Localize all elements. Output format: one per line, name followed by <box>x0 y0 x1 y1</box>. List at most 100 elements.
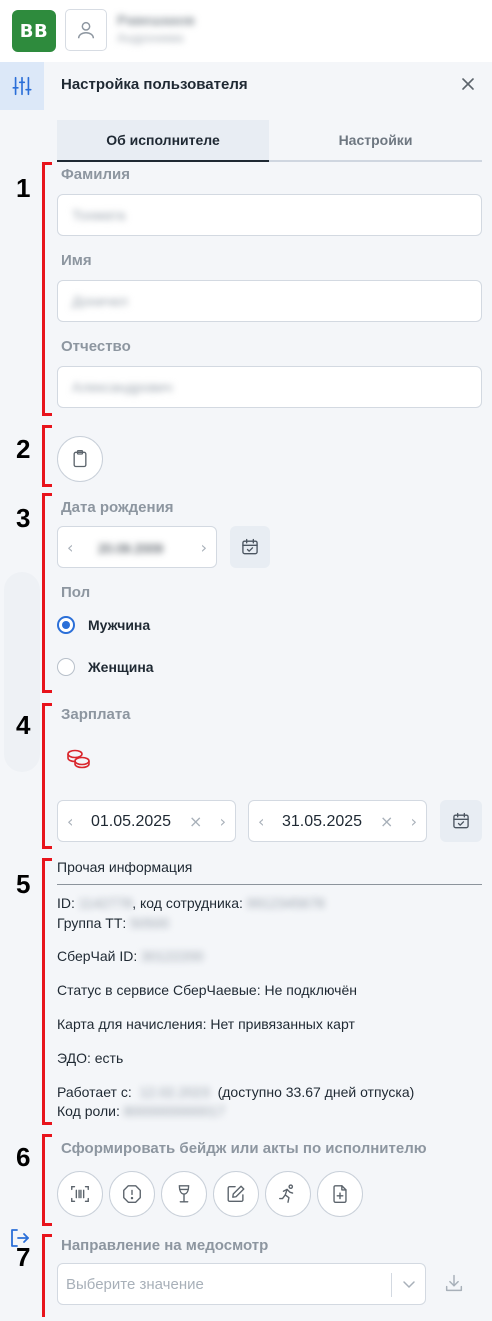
salary-date-from-value: 01.05.2025 <box>91 813 172 830</box>
clipboard-button[interactable] <box>57 436 103 482</box>
group-label: Группа ТТ: <box>57 915 127 931</box>
status-line: Статус в сервисе СберЧаевые: Не подключё… <box>57 982 357 998</box>
next-arrow-icon[interactable]: › <box>201 538 207 557</box>
sber-id-label: СберЧай ID: <box>57 948 138 964</box>
annotation-number: 4 <box>16 710 31 740</box>
left-rail <box>0 62 44 1321</box>
annotation-bracket <box>42 858 52 1125</box>
medical-select-placeholder: Выберите значение <box>66 1276 204 1293</box>
annotation-bracket <box>42 1134 52 1226</box>
prev-arrow-icon[interactable]: ‹ <box>67 538 73 557</box>
user-subtitle: Андрониква <box>117 31 184 45</box>
calendar-icon <box>242 538 258 555</box>
coins-icon <box>67 749 90 769</box>
id-label: ID: <box>57 895 75 911</box>
download-button[interactable] <box>443 1272 465 1299</box>
group-value: 50500 <box>130 915 170 931</box>
sber-id-value: 30122200 <box>141 948 204 964</box>
name-input[interactable]: Доничел <box>57 280 482 322</box>
app-logo[interactable]: BB <box>12 10 56 52</box>
panel-title: Настройка пользователя <box>61 76 248 93</box>
chevron-down-icon[interactable] <box>401 1276 417 1297</box>
annotation-number: 6 <box>16 1142 31 1172</box>
patronymic-value: Александрович <box>72 379 173 395</box>
alert-act-button[interactable] <box>109 1171 155 1217</box>
card-line: Карта для начисления: Нет привязанных ка… <box>57 1016 355 1032</box>
tab-settings[interactable]: Настройки <box>269 120 482 160</box>
annotation-number: 2 <box>16 434 31 464</box>
gender-female-radio[interactable] <box>57 658 75 676</box>
name-label: Имя <box>61 252 92 269</box>
sber-id-line: СберЧай ID: 30122200 <box>57 948 203 964</box>
role-code-value: 8000000000017 <box>123 1103 225 1119</box>
gender-male-label[interactable]: Мужчина <box>88 617 150 633</box>
settings-rail-button[interactable] <box>0 62 44 110</box>
vacation-text: (доступно 33.67 дней отпуска) <box>217 1084 415 1100</box>
select-separator <box>391 1273 392 1297</box>
user-settings-panel: Настройка пользователя Об исполнителе На… <box>44 62 492 1321</box>
running-person-icon <box>279 1184 294 1203</box>
barcode-scan-icon <box>71 1185 89 1203</box>
birth-date-value: 20.09.2009 <box>98 541 164 556</box>
divider <box>57 884 482 885</box>
surname-label: Фамилия <box>61 166 130 183</box>
gender-male-radio[interactable] <box>57 616 75 634</box>
clear-icon[interactable]: × <box>380 812 393 831</box>
employee-code-label: , код сотрудника: <box>132 895 243 911</box>
annotation-number: 1 <box>16 173 31 203</box>
running-act-button[interactable] <box>265 1171 311 1217</box>
user-avatar[interactable] <box>65 9 107 51</box>
tab-bar: Об исполнителе Настройки <box>57 120 482 162</box>
edo-line: ЭДО: есть <box>57 1050 124 1066</box>
close-icon <box>462 78 474 90</box>
barcode-scan-button[interactable] <box>57 1171 103 1217</box>
annotation-bracket <box>42 162 52 416</box>
medical-label: Направление на медосмотр <box>61 1237 269 1254</box>
add-document-icon <box>333 1185 347 1203</box>
birth-calendar-button[interactable] <box>230 526 270 568</box>
sliders-icon <box>12 76 32 96</box>
role-code-label: Код роли: <box>57 1103 120 1119</box>
salary-date-to[interactable]: ‹ 31.05.2025 × › <box>248 800 427 842</box>
annotation-bracket <box>42 1234 52 1317</box>
next-arrow-icon[interactable]: › <box>411 812 417 831</box>
add-document-button[interactable] <box>317 1171 363 1217</box>
edit-act-button[interactable] <box>213 1171 259 1217</box>
employee-code-value: 9912345678 <box>246 895 325 911</box>
birth-date-picker[interactable]: ‹ 20.09.2009 › <box>57 526 217 568</box>
name-value: Доничел <box>72 293 128 309</box>
download-icon <box>445 1274 463 1292</box>
panel-header: Настройка пользователя <box>44 62 492 106</box>
annotation-bracket <box>42 493 52 693</box>
wine-glass-icon <box>178 1185 190 1203</box>
prev-arrow-icon[interactable]: ‹ <box>67 812 73 831</box>
salary-calendar-button[interactable] <box>440 800 482 842</box>
salary-date-to-value: 31.05.2025 <box>282 813 363 830</box>
coins-button[interactable] <box>65 748 93 775</box>
role-code-line: Код роли: 8000000000017 <box>57 1103 225 1119</box>
group-line: Группа ТТ: 50500 <box>57 915 169 931</box>
clear-icon[interactable]: × <box>189 812 202 831</box>
alcohol-act-button[interactable] <box>161 1171 207 1217</box>
medical-select[interactable]: Выберите значение <box>57 1263 426 1305</box>
gender-female-label[interactable]: Женщина <box>88 659 154 675</box>
prev-arrow-icon[interactable]: ‹ <box>258 812 264 831</box>
annotation-bracket <box>42 703 52 849</box>
calendar-icon <box>453 812 469 829</box>
surname-input[interactable]: Тохмата <box>57 194 482 236</box>
next-arrow-icon[interactable]: › <box>220 812 226 831</box>
close-button[interactable] <box>458 74 478 94</box>
birth-date-label: Дата рождения <box>61 499 174 516</box>
works-since-value: 12.02.2023 <box>139 1084 210 1100</box>
id-line: ID: 1142778, код сотрудника: 9912345678 <box>57 895 325 911</box>
salary-date-from[interactable]: ‹ 01.05.2025 × › <box>57 800 236 842</box>
patronymic-input[interactable]: Александрович <box>57 366 482 408</box>
top-bar: BB Pавешааов Андрониква <box>0 0 492 62</box>
works-since-label: Работает с: <box>57 1084 132 1100</box>
tab-about[interactable]: Об исполнителе <box>57 120 269 162</box>
id-value: 1142778 <box>78 895 133 911</box>
annotation-number: 7 <box>16 1242 31 1272</box>
surname-value: Тохмата <box>72 207 126 223</box>
works-since-line: Работает с: 12.02.2023 (доступно 33.67 д… <box>57 1084 414 1100</box>
clipboard-icon <box>73 450 87 468</box>
